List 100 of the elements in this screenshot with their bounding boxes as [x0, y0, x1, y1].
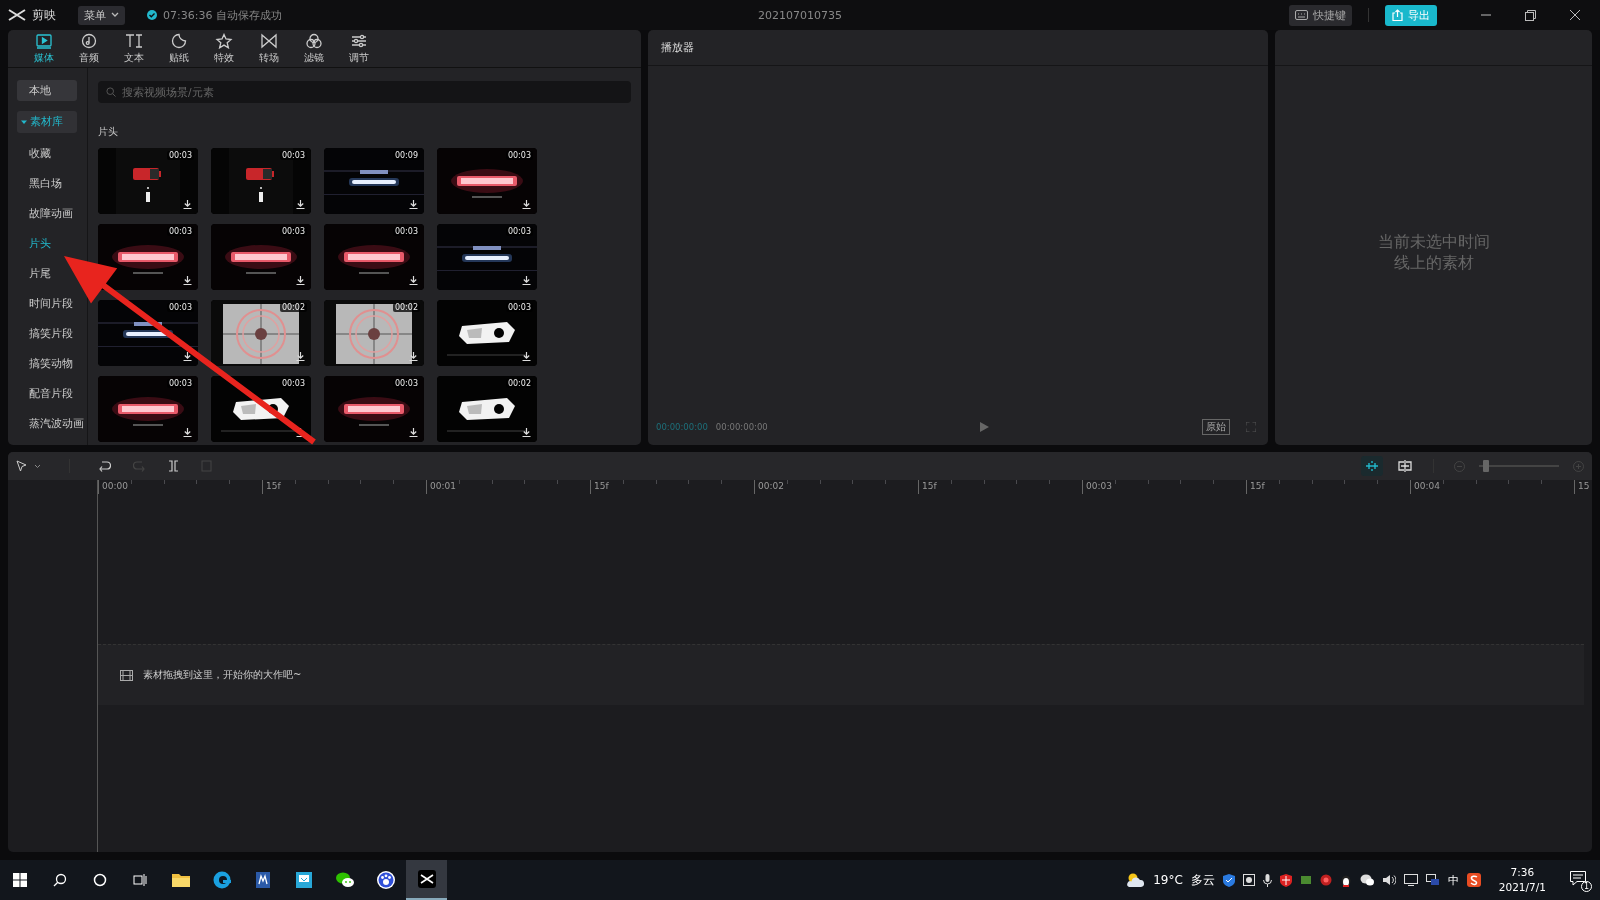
clip-card[interactable]: 00:03: [324, 376, 424, 442]
download-icon[interactable]: [522, 428, 531, 437]
shield-icon[interactable]: [1222, 873, 1235, 887]
ruler-label: 00:02: [754, 480, 918, 494]
shortcut-button[interactable]: 快捷键: [1289, 4, 1352, 26]
clip-card[interactable]: 00:09: [324, 148, 424, 214]
caret-icon[interactable]: [34, 463, 41, 469]
clip-card[interactable]: 00:03: [437, 224, 537, 290]
download-icon[interactable]: [522, 352, 531, 361]
local-button[interactable]: 本地: [17, 80, 77, 101]
clip-card[interactable]: 00:03: [98, 300, 198, 366]
chat-icon[interactable]: [1359, 874, 1374, 886]
paw-icon: [375, 870, 396, 890]
category-item[interactable]: 故障动画: [17, 198, 73, 228]
download-icon[interactable]: [409, 428, 418, 437]
windows-start-icon[interactable]: [13, 873, 27, 887]
media-tab[interactable]: 调节: [336, 30, 381, 67]
clock-date[interactable]: 2021/7/1: [1498, 880, 1546, 895]
category-item[interactable]: 片头: [17, 228, 51, 258]
download-icon[interactable]: [409, 276, 418, 285]
project-title: 202107010735: [758, 8, 842, 22]
category-item[interactable]: 搞笑片段: [17, 318, 73, 348]
clip-card[interactable]: 00:03: [437, 300, 537, 366]
network-icon[interactable]: [1425, 873, 1440, 887]
category-item[interactable]: 片尾: [17, 258, 51, 288]
clip-card[interactable]: 00:03: [98, 224, 198, 290]
download-icon[interactable]: [409, 200, 418, 209]
media-tab[interactable]: 滤镜: [291, 30, 336, 67]
microphone-icon[interactable]: [1262, 873, 1272, 887]
clip-card[interactable]: 00:03: [98, 376, 198, 442]
media-tab[interactable]: 音频: [66, 30, 111, 67]
circle-icon[interactable]: [93, 873, 107, 887]
duration-label: 00:02: [505, 379, 533, 388]
download-icon[interactable]: [296, 352, 305, 361]
monitor-icon[interactable]: [1403, 874, 1418, 886]
category-item[interactable]: 搞笑动物: [17, 348, 73, 378]
shield-icon[interactable]: [1279, 873, 1292, 887]
penguin-icon[interactable]: [1339, 873, 1352, 887]
media-tab[interactable]: 文本: [111, 30, 156, 67]
duration-label: 00:03: [166, 303, 194, 312]
download-icon[interactable]: [522, 276, 531, 285]
media-tab[interactable]: 特效: [201, 30, 246, 67]
category-item[interactable]: 蒸汽波动画: [17, 408, 84, 438]
film-icon: [120, 669, 133, 681]
taskbar-app[interactable]: [406, 860, 447, 900]
download-icon[interactable]: [183, 352, 192, 361]
link-icon[interactable]: [1397, 460, 1413, 472]
download-icon[interactable]: [183, 276, 192, 285]
library-button[interactable]: 素材库: [17, 111, 77, 133]
search-icon[interactable]: [53, 873, 67, 887]
download-icon[interactable]: [522, 200, 531, 209]
task-view-icon[interactable]: [133, 873, 147, 887]
duration-label: 00:03: [505, 151, 533, 160]
close-icon[interactable]: [1570, 10, 1580, 20]
clip-card[interactable]: 00:03: [437, 148, 537, 214]
undo-icon[interactable]: [98, 460, 111, 472]
duration-label: 00:03: [505, 303, 533, 312]
zoom-slider-thumb[interactable]: [1482, 460, 1489, 472]
duration-label: 00:03: [166, 379, 194, 388]
download-icon[interactable]: [409, 352, 418, 361]
input-method[interactable]: 中: [1447, 872, 1459, 888]
clip-card[interactable]: 00:03: [98, 148, 198, 214]
clip-card[interactable]: 00:03: [211, 224, 311, 290]
duration-label: 00:03: [166, 151, 194, 160]
media-tab[interactable]: 贴纸: [156, 30, 201, 67]
play-icon[interactable]: [980, 422, 990, 432]
restore-icon[interactable]: [1525, 9, 1536, 21]
ratio-button[interactable]: 原始: [1202, 419, 1230, 435]
download-icon[interactable]: [296, 200, 305, 209]
scissors-logo-icon: [8, 8, 26, 22]
clip-card[interactable]: 00:02: [437, 376, 537, 442]
split-icon[interactable]: [168, 460, 179, 472]
save-status: 07:36:36 自动保存成功: [163, 7, 282, 23]
notification-icon[interactable]: [1570, 871, 1586, 886]
speaker-icon[interactable]: [1381, 874, 1396, 886]
record-icon[interactable]: [1319, 874, 1332, 886]
clip-card[interactable]: 00:02: [324, 300, 424, 366]
box-icon[interactable]: [1242, 874, 1255, 886]
menu-button[interactable]: 菜单: [78, 5, 125, 25]
clock-time[interactable]: 7:36: [1510, 865, 1535, 880]
download-icon[interactable]: [296, 276, 305, 285]
snap-toggle[interactable]: [1361, 456, 1383, 476]
s-app-icon[interactable]: [1466, 873, 1481, 887]
category-item[interactable]: 时间片段: [17, 288, 73, 318]
cursor-icon[interactable]: [16, 459, 28, 473]
clip-card[interactable]: 00:03: [211, 376, 311, 442]
chip-icon[interactable]: [1299, 875, 1312, 885]
ruler-label: 15: [1574, 480, 1592, 494]
media-tab[interactable]: 媒体: [21, 30, 66, 67]
clip-card[interactable]: 00:03: [324, 224, 424, 290]
clip-card[interactable]: 00:03: [211, 148, 311, 214]
download-icon[interactable]: [183, 428, 192, 437]
clip-card[interactable]: 00:02: [211, 300, 311, 366]
duration-label: 00:03: [279, 151, 307, 160]
search-field[interactable]: 搜索视频场景/元素: [98, 81, 631, 103]
category-item[interactable]: 黑白场: [17, 168, 62, 198]
media-tab[interactable]: 转场: [246, 30, 291, 67]
category-item[interactable]: 配音片段: [17, 378, 73, 408]
download-icon[interactable]: [183, 200, 192, 209]
category-item[interactable]: 收藏: [17, 138, 51, 168]
